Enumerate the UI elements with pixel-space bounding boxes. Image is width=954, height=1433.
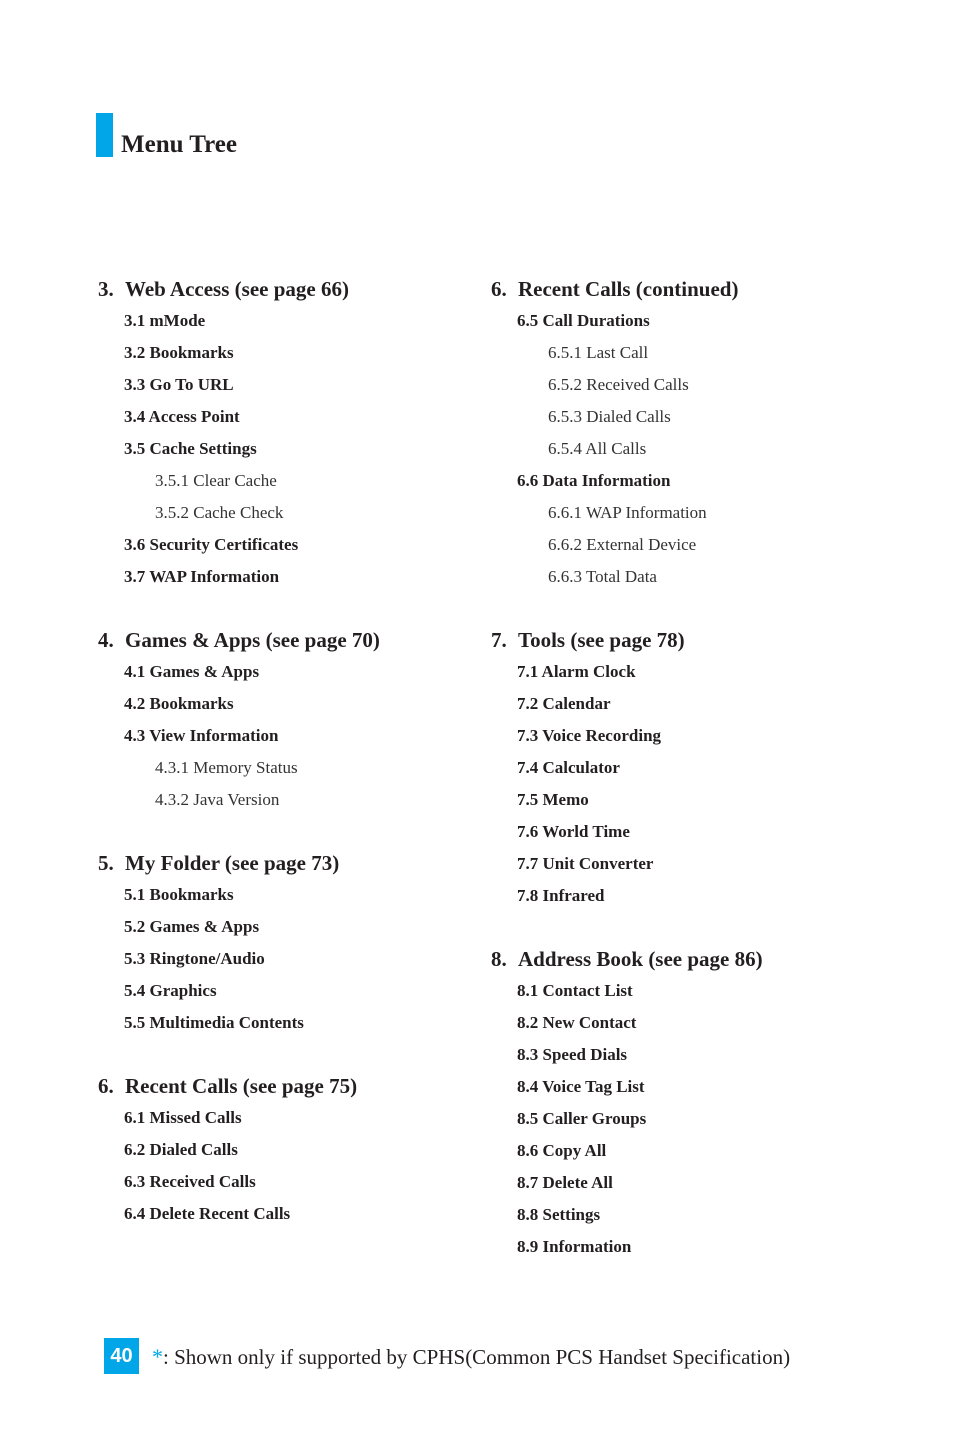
menu-subitem: 3.5.1 Clear Cache (155, 471, 277, 490)
menu-item: 8.3 Speed Dials (517, 1045, 628, 1064)
menu-item: 6.4 Delete Recent Calls (124, 1204, 291, 1223)
menu-item: 4.3 View Information (124, 726, 279, 745)
menu-item: 3.7 WAP Information (124, 567, 280, 586)
section-label: Recent Calls (see page 75) (125, 1074, 358, 1098)
section-label: Games & Apps (see page 70) (125, 628, 380, 652)
menu-item: 7.6 World Time (517, 822, 630, 841)
section-number: 7. (491, 628, 507, 652)
menu-section-heading: 7. Tools (see page 78) (491, 627, 685, 653)
section-number: 5. (98, 851, 114, 875)
menu-item: 7.4 Calculator (517, 758, 620, 777)
section-label: Web Access (see page 66) (125, 277, 349, 301)
menu-item: 8.7 Delete All (517, 1173, 613, 1192)
menu-item: 6.6 Data Information (517, 471, 671, 490)
menu-item: 6.5 Call Durations (517, 311, 650, 330)
menu-section-heading: 6. Recent Calls (continued) (491, 276, 738, 302)
menu-item: 3.6 Security Certificates (124, 535, 299, 554)
menu-item: 6.1 Missed Calls (124, 1108, 242, 1127)
menu-item: 3.3 Go To URL (124, 375, 234, 394)
menu-item: 7.5 Memo (517, 790, 589, 809)
menu-section-heading: 5. My Folder (see page 73) (98, 850, 339, 876)
title-accent-bar (96, 113, 113, 157)
menu-item: 8.6 Copy All (517, 1141, 607, 1160)
section-number: 6. (98, 1074, 114, 1098)
menu-item: 8.5 Caller Groups (517, 1109, 647, 1128)
menu-subitem: 6.6.3 Total Data (548, 567, 657, 586)
menu-subitem: 6.6.2 External Device (548, 535, 697, 554)
footnote-text: : Shown only if supported by CPHS(Common… (163, 1345, 791, 1369)
menu-subitem: 4.3.2 Java Version (155, 790, 280, 809)
footnote: *: Shown only if supported by CPHS(Commo… (152, 1343, 790, 1371)
menu-subitem: 6.5.1 Last Call (548, 343, 649, 362)
page-title: Menu Tree (121, 131, 237, 158)
menu-item: 7.1 Alarm Clock (517, 662, 636, 681)
menu-item: 4.2 Bookmarks (124, 694, 234, 713)
menu-subitem: 6.5.4 All Calls (548, 439, 647, 458)
section-number: 6. (491, 277, 507, 301)
page-number: 40 (104, 1338, 139, 1374)
section-number: 8. (491, 947, 507, 971)
section-label: Recent Calls (continued) (518, 277, 739, 301)
menu-item: 8.4 Voice Tag List (517, 1077, 645, 1096)
menu-section-heading: 3. Web Access (see page 66) (98, 276, 349, 302)
menu-item: 4.1 Games & Apps (124, 662, 260, 681)
menu-subitem: 3.5.2 Cache Check (155, 503, 284, 522)
menu-item: 5.4 Graphics (124, 981, 217, 1000)
menu-subitem: 6.5.3 Dialed Calls (548, 407, 671, 426)
menu-item: 8.1 Contact List (517, 981, 633, 1000)
menu-item: 3.4 Access Point (124, 407, 240, 426)
section-number: 3. (98, 277, 114, 301)
menu-item: 7.7 Unit Converter (517, 854, 654, 873)
asterisk-icon: * (152, 1344, 163, 1369)
menu-subitem: 6.6.1 WAP Information (548, 503, 707, 522)
menu-item: 3.2 Bookmarks (124, 343, 234, 362)
menu-subitem: 6.5.2 Received Calls (548, 375, 689, 394)
menu-item: 6.2 Dialed Calls (124, 1140, 238, 1159)
menu-item: 7.8 Infrared (517, 886, 605, 905)
menu-item: 3.1 mMode (124, 311, 206, 330)
section-label: Address Book (see page 86) (518, 947, 763, 971)
menu-section-heading: 4. Games & Apps (see page 70) (98, 627, 380, 653)
menu-section-heading: 8. Address Book (see page 86) (491, 946, 763, 972)
menu-item: 5.1 Bookmarks (124, 885, 234, 904)
menu-item: 5.3 Ringtone/Audio (124, 949, 265, 968)
menu-subitem: 4.3.1 Memory Status (155, 758, 298, 777)
menu-item: 5.2 Games & Apps (124, 917, 260, 936)
section-label: Tools (see page 78) (518, 628, 685, 652)
menu-item: 8.9 Information (517, 1237, 632, 1256)
menu-item: 7.2 Calendar (517, 694, 611, 713)
menu-item: 8.2 New Contact (517, 1013, 637, 1032)
menu-item: 5.5 Multimedia Contents (124, 1013, 304, 1032)
menu-item: 6.3 Received Calls (124, 1172, 256, 1191)
section-number: 4. (98, 628, 114, 652)
menu-item: 3.5 Cache Settings (124, 439, 257, 458)
menu-item: 7.3 Voice Recording (517, 726, 662, 745)
menu-section-heading: 6. Recent Calls (see page 75) (98, 1073, 357, 1099)
menu-item: 8.8 Settings (517, 1205, 601, 1224)
section-label: My Folder (see page 73) (125, 851, 340, 875)
